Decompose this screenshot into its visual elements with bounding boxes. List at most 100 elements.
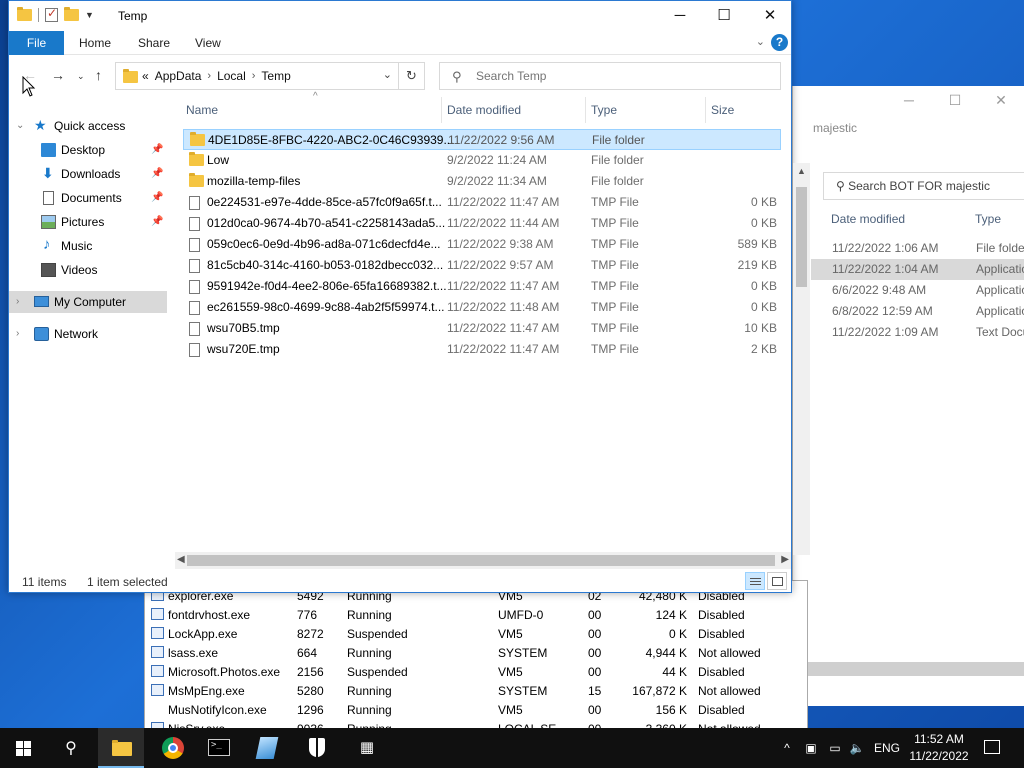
taskbar-security[interactable] — [294, 728, 340, 768]
file-row[interactable]: ec261559-98c0-4699-9c88-4ab2f5f59974.t..… — [183, 297, 781, 318]
notification-icon[interactable] — [984, 740, 1000, 754]
expand-arrow-icon[interactable]: ⌄ — [16, 115, 24, 137]
search-box[interactable]: ⚲ — [439, 62, 781, 90]
scroll-thumb[interactable] — [187, 555, 775, 566]
help-icon[interactable]: ? — [771, 34, 788, 51]
breadcrumb-temp[interactable]: Temp — [261, 69, 290, 83]
search-input[interactable] — [476, 67, 766, 85]
file-row[interactable]: wsu70B5.tmp 11/22/2022 11:47 AM TMP File 10… — [183, 318, 781, 339]
scroll-left-icon[interactable]: ◀ — [177, 554, 185, 565]
file-row[interactable]: Low 9/2/2022 11:24 AM File folder — [183, 150, 781, 171]
chevron-right-icon[interactable]: › — [207, 70, 211, 82]
start-button[interactable] — [0, 728, 46, 768]
address-bar[interactable]: « AppData › Local › Temp ⌄ ↻ — [115, 62, 425, 90]
refresh-icon[interactable]: ↻ — [398, 63, 424, 89]
bg-breadcrumb[interactable]: majestic — [793, 114, 1024, 144]
bg-file-row[interactable]: 11/22/2022 1:04 AM Applicatio — [811, 259, 1024, 280]
clock[interactable]: 11:52 AM 11/22/2022 — [906, 731, 972, 765]
nav-pictures[interactable]: Pictures 📌 — [9, 211, 167, 233]
pin-icon[interactable]: 📌 — [151, 211, 163, 233]
bg-file-row[interactable]: 11/22/2022 1:06 AM File folde — [811, 238, 1024, 259]
bg-file-row[interactable]: 6/6/2022 9:48 AM Applicatio — [811, 280, 1024, 301]
language-indicator[interactable]: ENG — [872, 728, 902, 768]
network-icon[interactable]: ▭ — [826, 728, 844, 768]
horizontal-scrollbar[interactable]: ◀ ▶ — [175, 552, 791, 569]
nav-network[interactable]: › Network — [9, 323, 167, 345]
column-divider[interactable] — [585, 97, 586, 123]
file-row[interactable]: 9591942e-f0d4-4ee2-806e-65fa16689382.t..… — [183, 276, 781, 297]
up-icon[interactable]: ↑ — [95, 67, 102, 83]
taskbar-file-explorer[interactable] — [98, 728, 144, 768]
bg-file-row[interactable]: 11/22/2022 1:09 AM Text Docu — [811, 322, 1024, 343]
file-row[interactable]: 4DE1D85E-8FBC-4220-ABC2-0C46C93939... 11/… — [183, 129, 781, 150]
scroll-up-icon[interactable]: ▲ — [797, 166, 806, 176]
bg-scrollbar[interactable] — [793, 662, 1024, 676]
nav-documents[interactable]: Documents 📌 — [9, 187, 167, 209]
search-button[interactable]: ⚲ — [48, 728, 94, 768]
nav-my-computer[interactable]: › My Computer — [9, 291, 167, 313]
process-row[interactable]: LockApp.exe 8272 Suspended VM5 00 0 K Disabled — [145, 625, 807, 644]
column-date-modified[interactable]: Date modified — [447, 97, 521, 123]
properties-icon[interactable] — [45, 6, 58, 22]
chevron-down-icon[interactable]: ⌄ — [383, 68, 392, 81]
maximize-icon[interactable]: ☐ — [701, 1, 747, 31]
file-row[interactable]: 012d0ca0-9674-4b70-a541-c2258143ada5... 1… — [183, 213, 781, 234]
column-size[interactable]: Size — [711, 97, 734, 123]
bg-file-row[interactable]: 6/8/2022 12:59 AM Applicatio — [811, 301, 1024, 322]
bg-close-icon[interactable]: ✕ — [978, 92, 1024, 109]
column-name[interactable]: Name — [186, 97, 218, 123]
tab-view[interactable]: View — [195, 36, 221, 50]
minimize-icon[interactable]: ─ — [657, 1, 703, 31]
expand-ribbon-icon[interactable]: ⌄ — [756, 35, 765, 48]
file-row[interactable]: wsu720E.tmp 11/22/2022 11:47 AM TMP File 2 … — [183, 339, 781, 360]
breadcrumb-local[interactable]: Local — [217, 69, 246, 83]
column-type[interactable]: Type — [591, 97, 617, 123]
recent-locations-icon[interactable]: ⌄ — [77, 71, 85, 82]
file-row[interactable]: mozilla-temp-files 9/2/2022 11:34 AM File … — [183, 171, 781, 192]
pin-icon[interactable]: 📌 — [151, 163, 163, 185]
nav-desktop[interactable]: Desktop 📌 — [9, 139, 167, 161]
bg-minimize-icon[interactable]: ─ — [886, 92, 932, 108]
nav-downloads[interactable]: ⬇ Downloads 📌 — [9, 163, 167, 185]
process-row[interactable]: Microsoft.Photos.exe 2156 Suspended VM5 00 44… — [145, 663, 807, 682]
taskbar-chrome[interactable] — [148, 728, 194, 768]
process-row[interactable]: fontdrvhost.exe 776 Running UMFD-0 00 124 K Di… — [145, 606, 807, 625]
task-manager-details[interactable]: explorer.exe 5492 Running VM5 02 42,480 K Disa… — [144, 580, 808, 730]
chevron-right-icon[interactable]: › — [252, 70, 256, 82]
taskbar-command-prompt[interactable] — [196, 728, 242, 768]
details-view-button[interactable] — [745, 572, 765, 590]
taskbar-task-manager[interactable]: ▦ — [344, 728, 390, 768]
column-divider[interactable] — [441, 97, 442, 123]
file-row[interactable]: 0e224531-e97e-4dde-85ce-a57fc0f9a65f.t..… — [183, 192, 781, 213]
column-divider[interactable] — [705, 97, 706, 123]
scroll-thumb[interactable] — [796, 187, 807, 287]
tab-home[interactable]: Home — [79, 36, 111, 50]
bg-col-date[interactable]: Date modified — [831, 212, 975, 234]
new-folder-icon[interactable] — [64, 7, 79, 21]
show-hidden-icons-icon[interactable]: ^ — [778, 728, 796, 768]
pin-icon[interactable]: 📌 — [151, 187, 163, 209]
pin-icon[interactable]: 📌 — [151, 139, 163, 161]
tab-share[interactable]: Share — [138, 36, 170, 50]
file-row[interactable]: 059c0ec6-0e9d-4b96-ad8a-071c6decfd4e... 1… — [183, 234, 781, 255]
expand-arrow-icon[interactable]: › — [16, 291, 19, 313]
forward-icon[interactable]: → — [51, 67, 65, 83]
file-row[interactable]: 81c5cb40-314c-4160-b053-0182dbecc032... 1… — [183, 255, 781, 276]
bg-col-type[interactable]: Type — [975, 212, 1001, 234]
process-row[interactable]: lsass.exe 664 Running SYSTEM 00 4,944 K Not al… — [145, 644, 807, 663]
scroll-right-icon[interactable]: ▶ — [781, 554, 789, 565]
bg-search-input[interactable]: ⚲ Search BOT FOR majestic — [823, 172, 1024, 200]
process-row[interactable]: MsMpEng.exe 5280 Running SYSTEM 15 167,872 K N… — [145, 682, 807, 701]
vertical-scrollbar[interactable]: ▲ — [793, 163, 810, 555]
customize-toolbar-icon[interactable]: ▼ — [85, 10, 94, 20]
file-tab[interactable]: File — [9, 31, 64, 55]
breadcrumb-appdata[interactable]: AppData — [155, 69, 202, 83]
large-icons-view-button[interactable] — [767, 572, 787, 590]
nav-music[interactable]: ♪ Music — [9, 235, 167, 257]
taskbar-notepad[interactable] — [244, 728, 290, 768]
background-explorer-window[interactable]: ─ ☐ ✕ majestic ⚲ Search BOT FOR majestic… — [792, 86, 1024, 706]
nav-quick-access[interactable]: ⌄ ★ Quick access — [9, 115, 167, 137]
bg-maximize-icon[interactable]: ☐ — [932, 92, 978, 109]
breadcrumb-overflow[interactable]: « — [142, 69, 149, 83]
process-row[interactable]: MusNotifyIcon.exe 1296 Running VM5 00 156 K Di… — [145, 701, 807, 720]
